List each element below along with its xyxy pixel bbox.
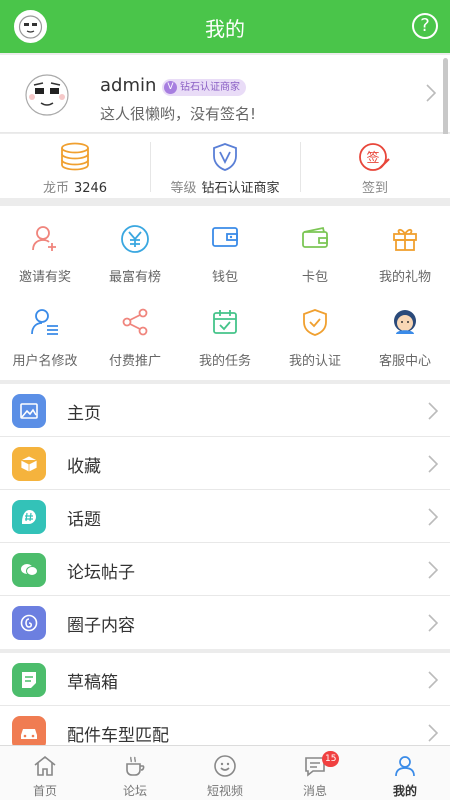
- shield-v-icon: [213, 143, 237, 171]
- grid-item-rename[interactable]: 用户名修改: [0, 290, 90, 370]
- sign-in-icon: 签: [359, 143, 390, 171]
- user-icon: [395, 756, 415, 777]
- tab-messages[interactable]: 15 消息: [270, 746, 360, 800]
- grid-item-tasks[interactable]: 我的任务: [180, 290, 270, 370]
- stat-level-text: 等级 钻石认证商家: [170, 181, 280, 196]
- draft-icon: [12, 663, 46, 697]
- menu-group-tools: 草稿箱 配件车型匹配: [0, 653, 450, 759]
- menu-label: 收藏: [67, 457, 101, 477]
- bottom-tab-bar: 首页 论坛 短视频 15 消息 我的: [0, 745, 450, 800]
- menu-item-drafts[interactable]: 草稿箱: [0, 653, 450, 706]
- chevron-right-icon: [428, 614, 438, 632]
- stats-bar: 龙币 3246 等级 钻石认证商家 签 签到: [0, 134, 450, 198]
- gift-icon: [393, 228, 417, 251]
- stat-sign-in[interactable]: 签 签到: [300, 134, 450, 198]
- app-header: 我的 ?: [0, 0, 450, 53]
- menu-item-circle-content[interactable]: 圈子内容: [0, 596, 450, 649]
- grid-item-paid-promotion[interactable]: 付费推广: [90, 290, 180, 370]
- grid-label: 我的礼物: [378, 270, 431, 285]
- v-verified-icon: V: [164, 81, 177, 94]
- grid-label: 卡包: [301, 270, 328, 285]
- grid-label: 用户名修改: [12, 354, 78, 369]
- grid-label: 我的认证: [288, 354, 341, 369]
- chat-bubbles-icon: [12, 553, 46, 587]
- merchant-badge: V 钻石认证商家: [162, 79, 246, 96]
- stat-coins[interactable]: 龙币 3246: [0, 134, 150, 198]
- grid-item-wallet[interactable]: 钱包: [180, 206, 270, 286]
- tab-mine[interactable]: 我的: [360, 746, 450, 800]
- stat-coins-text: 龙币 3246: [42, 181, 108, 196]
- smile-video-icon: [214, 755, 236, 777]
- chevron-right-icon: [428, 724, 438, 742]
- grid-item-invite[interactable]: 邀请有奖: [0, 206, 90, 286]
- badge-label: 钻石认证商家: [180, 82, 240, 93]
- grid-item-certification[interactable]: 我的认证: [270, 290, 360, 370]
- page-title: 我的: [205, 17, 245, 41]
- menu-item-forum-posts[interactable]: 论坛帖子: [0, 543, 450, 596]
- grid-label: 客服中心: [378, 354, 431, 369]
- chevron-right-icon: [428, 402, 438, 420]
- grid-label: 付费推广: [108, 354, 161, 369]
- task-calendar-icon: [213, 310, 237, 334]
- menu-label: 草稿箱: [67, 673, 118, 693]
- tab-home[interactable]: 首页: [0, 746, 90, 800]
- stat-level[interactable]: 等级 钻石认证商家: [150, 134, 300, 198]
- menu-label: 论坛帖子: [67, 563, 135, 583]
- tab-label: 首页: [32, 784, 57, 798]
- grid-label: 钱包: [211, 270, 238, 285]
- grid-label: 邀请有奖: [18, 270, 71, 285]
- chevron-right-icon: [428, 455, 438, 473]
- menu-group-content: 主页 收藏 话题 论坛帖子 圈子内容: [0, 384, 450, 649]
- message-count-badge: 15: [322, 751, 340, 767]
- share-icon: [122, 308, 148, 336]
- grid-item-gifts[interactable]: 我的礼物: [360, 206, 450, 286]
- coin-stack-icon: [61, 142, 89, 171]
- tab-label: 消息: [302, 784, 327, 798]
- profile-avatar[interactable]: [22, 69, 72, 119]
- grid-item-customer-service[interactable]: 客服中心: [360, 290, 450, 370]
- grid-item-card-wallet[interactable]: 卡包: [270, 206, 360, 286]
- yen-icon: [121, 225, 149, 253]
- menu-label: 圈子内容: [67, 616, 135, 636]
- chevron-right-icon: [428, 508, 438, 526]
- home-icon: [34, 755, 56, 776]
- menu-label: 配件车型匹配: [67, 726, 169, 746]
- help-button[interactable]: ?: [412, 13, 438, 39]
- menu-item-favorites[interactable]: 收藏: [0, 437, 450, 490]
- menu-item-topics[interactable]: 话题: [0, 490, 450, 543]
- profile-card[interactable]: admin V 钻石认证商家 这人很懒哟，没有签名!: [0, 55, 450, 133]
- box-icon: [12, 447, 46, 481]
- verified-shield-icon: [303, 309, 327, 336]
- chevron-right-icon: [428, 561, 438, 579]
- grid-label: 我的任务: [198, 354, 251, 369]
- customer-service-icon: [394, 310, 416, 334]
- image-icon: [12, 394, 46, 428]
- sign-in-icon-text: 签: [366, 150, 379, 166]
- feature-grid: 邀请有奖 最富有榜 钱包 卡包 我的礼物 用户名修改 付费推广 我的任务 我的认…: [0, 206, 450, 380]
- grid-item-rich-list[interactable]: 最富有榜: [90, 206, 180, 286]
- tab-label: 短视频: [206, 784, 243, 798]
- menu-label: 主页: [67, 404, 101, 424]
- grid-label: 最富有榜: [108, 270, 161, 285]
- tab-forum[interactable]: 论坛: [90, 746, 180, 800]
- menu-label: 话题: [67, 510, 101, 530]
- stat-sign-in-text: 签到: [361, 181, 388, 196]
- menu-item-homepage[interactable]: 主页: [0, 384, 450, 437]
- chevron-right-icon: [428, 671, 438, 689]
- edit-user-icon: [31, 309, 58, 335]
- tab-label: 论坛: [122, 784, 147, 798]
- username: admin: [100, 75, 157, 96]
- invite-user-icon: [32, 226, 56, 251]
- chevron-right-icon: [426, 84, 436, 102]
- coffee-cup-icon: [126, 756, 145, 776]
- card-wallet-icon: [302, 226, 328, 248]
- wallet-icon: [212, 227, 238, 247]
- tab-short-video[interactable]: 短视频: [180, 746, 270, 800]
- circle-swirl-icon: [12, 606, 46, 640]
- signature: 这人很懒哟，没有签名!: [100, 105, 257, 123]
- hashtag-icon: [12, 500, 46, 534]
- tab-label: 我的: [392, 784, 417, 798]
